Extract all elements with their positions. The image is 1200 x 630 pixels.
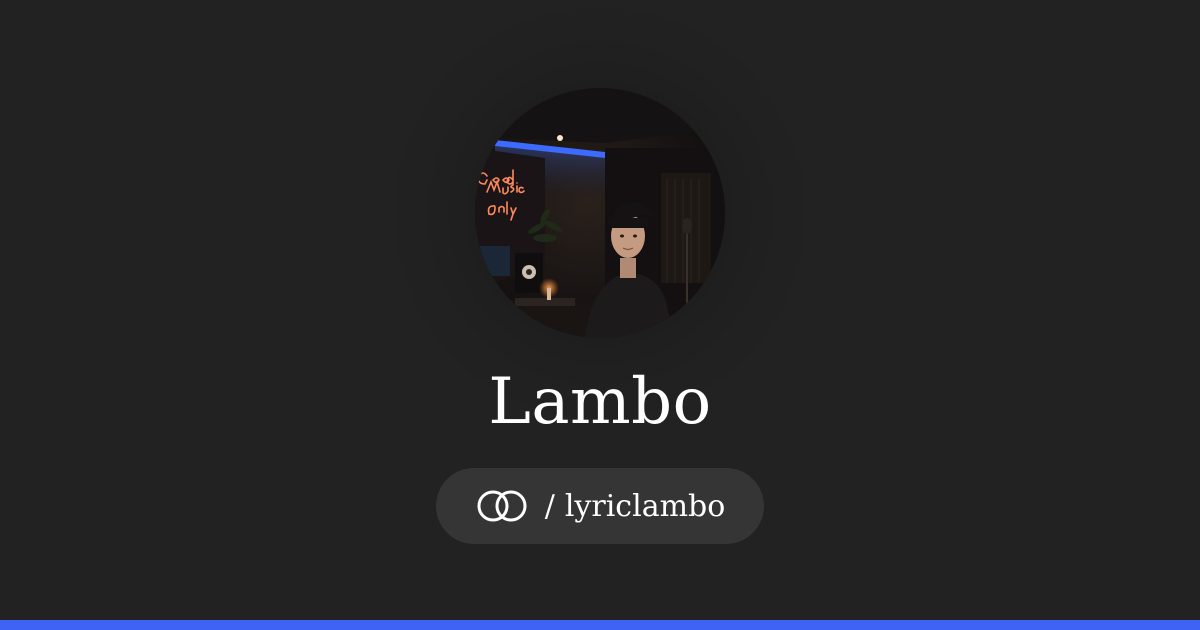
profile-card: Lambo / lyriclambo (0, 0, 1200, 630)
handle-separator: / (544, 488, 555, 524)
profile-handle-link[interactable]: / lyriclambo (436, 468, 764, 544)
avatar-photo (475, 88, 725, 338)
link-rings-icon (475, 488, 531, 524)
accent-bar (0, 620, 1200, 630)
profile-handle: lyriclambo (564, 488, 726, 524)
avatar[interactable] (475, 88, 725, 338)
profile-name: Lambo (488, 365, 712, 439)
